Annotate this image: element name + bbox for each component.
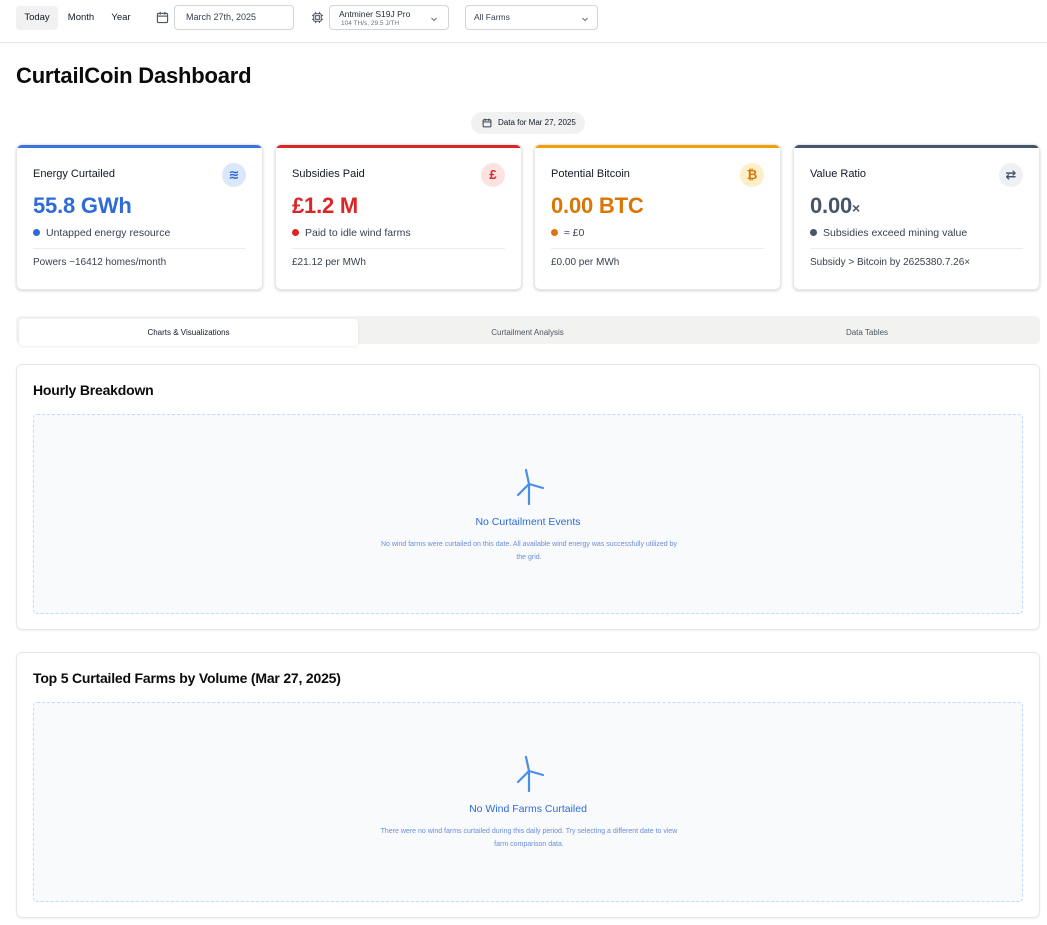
card-divider (810, 248, 1023, 249)
bitcoin-icon: ₿ (740, 163, 764, 187)
wind-turbine-icon (516, 755, 545, 792)
card-note-text: ≈ £0 (564, 227, 585, 239)
card-accent-bar (535, 145, 780, 148)
status-dot (33, 229, 40, 236)
empty-state: No Curtailment Events No wind farms were… (33, 414, 1023, 614)
card-accent-bar (276, 145, 521, 148)
card-note-text: Subsidies exceed mining value (823, 227, 968, 239)
panel-title: Hourly Breakdown (33, 382, 154, 398)
status-dot (292, 229, 299, 236)
wind-turbine-icon (516, 468, 545, 505)
card-note: ≈ £0 (551, 227, 584, 239)
card-note-text: Paid to idle wind farms (305, 227, 411, 239)
card-title: Value Ratio (810, 168, 867, 180)
card-footer: £21.12 per MWh (292, 257, 366, 268)
top-farms-panel: Top 5 Curtailed Farms by Volume (Mar 27,… (16, 652, 1040, 918)
swap-arrows-icon: ⇄ (999, 163, 1023, 187)
card-accent-bar (794, 145, 1039, 148)
period-today-button[interactable]: Today (16, 6, 58, 30)
card-footer: Powers ~16412 homes/month (33, 257, 167, 268)
empty-state-description: No wind farms were curtailed on this dat… (380, 541, 678, 561)
status-dot (551, 229, 558, 236)
card-footer: £0.00 per MWh (551, 257, 620, 268)
hourly-breakdown-panel: Hourly Breakdown No Curtailment Events N… (16, 364, 1040, 630)
farm-filter-value: All Farms (474, 12, 510, 22)
cpu-chip-icon (311, 11, 324, 24)
panel-title: Top 5 Curtailed Farms by Volume (Mar 27,… (33, 670, 341, 686)
empty-state: No Wind Farms Curtailed There were no wi… (33, 702, 1023, 902)
calendar-icon (156, 11, 169, 24)
card-note: Paid to idle wind farms (292, 227, 411, 239)
miner-spec: 104 TH/s, 29.5 J/TH (341, 20, 400, 27)
card-note: Untapped energy resource (33, 227, 170, 239)
empty-state-description: There were no wind farms curtailed durin… (380, 828, 678, 848)
view-tabs: Charts & Visualizations Curtailment Anal… (16, 316, 1040, 346)
pound-icon: £ (481, 163, 505, 187)
farm-filter-select[interactable]: All Farms (465, 5, 598, 30)
chevron-down-icon (582, 17, 588, 22)
date-picker-input[interactable]: March 27th, 2025 (174, 5, 294, 30)
data-date-badge: Data for Mar 27, 2025 (471, 112, 585, 134)
top-toolbar: Today Month Year March 27th, 2025 Antmin… (0, 0, 1047, 43)
card-divider (292, 248, 505, 249)
chevron-down-icon (431, 17, 437, 22)
status-dot (810, 229, 817, 236)
card-title: Potential Bitcoin (551, 168, 630, 180)
tab-data-tables[interactable]: Data Tables (697, 319, 1037, 346)
card-divider (33, 248, 246, 249)
calendar-icon (482, 118, 492, 128)
stat-card-value-ratio: Value Ratio ⇄ 0.00× Subsidies exceed min… (793, 144, 1040, 290)
card-value-number: 0.00 (810, 193, 853, 218)
card-value-number: 0.00 BTC (551, 193, 644, 218)
stat-card-subsidies-paid: Subsidies Paid £ £1.2 M Paid to idle win… (275, 144, 522, 290)
card-title: Energy Curtailed (33, 168, 115, 180)
card-value: 0.00 BTC (551, 193, 644, 219)
data-date-label: Data for Mar 27, 2025 (498, 118, 576, 127)
card-value-number: 55.8 GWh (33, 193, 132, 218)
stat-card-potential-bitcoin: Potential Bitcoin ₿ 0.00 BTC ≈ £0 £0.00 … (534, 144, 781, 290)
card-value: 55.8 GWh (33, 193, 132, 219)
card-value: £1.2 M (292, 193, 358, 219)
miner-name: Antminer S19J Pro (339, 9, 411, 19)
wind-lines-icon: ≋ (222, 163, 246, 187)
tab-charts-visualizations[interactable]: Charts & Visualizations (19, 319, 358, 346)
empty-state-title: No Curtailment Events (475, 516, 581, 528)
card-title: Subsidies Paid (292, 168, 365, 180)
miner-select[interactable]: Antminer S19J Pro 104 TH/s, 29.5 J/TH (329, 5, 449, 30)
stat-card-energy-curtailed: Energy Curtailed ≋ 55.8 GWh Untapped ene… (16, 144, 263, 290)
card-divider (551, 248, 764, 249)
card-value: 0.00× (810, 193, 860, 219)
card-note: Subsidies exceed mining value (810, 227, 967, 239)
page-title: CurtailCoin Dashboard (16, 63, 252, 88)
tab-curtailment-analysis[interactable]: Curtailment Analysis (358, 319, 697, 346)
card-note-text: Untapped energy resource (46, 227, 171, 239)
period-month-button[interactable]: Month (61, 6, 101, 30)
card-value-unit: × (852, 200, 861, 216)
empty-state-title: No Wind Farms Curtailed (469, 803, 587, 815)
card-accent-bar (17, 145, 262, 148)
card-footer: Subsidy > Bitcoin by 2625380.7.26× (810, 257, 971, 268)
period-year-button[interactable]: Year (104, 6, 138, 30)
card-value-number: £1.2 M (292, 193, 359, 218)
